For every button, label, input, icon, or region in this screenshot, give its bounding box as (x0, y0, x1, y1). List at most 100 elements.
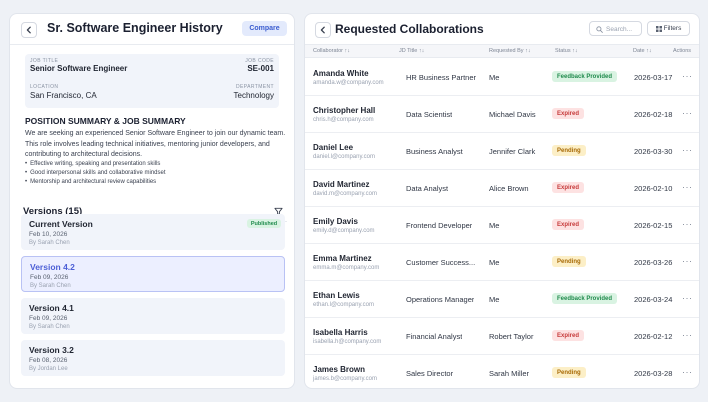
filter-grid-icon (655, 25, 662, 32)
jd-title[interactable]: Frontend Developer (406, 221, 472, 230)
table-row[interactable]: Christopher Hall chris.h@company.com Data … (305, 96, 699, 133)
version-item-4-2[interactable]: Version 4.2 Feb 09, 2026 By Sarah Chen (21, 256, 285, 292)
jd-title[interactable]: Operations Manager (406, 295, 474, 304)
request-date: 2026-03-28 (634, 369, 673, 378)
requested-by: Me (489, 258, 500, 267)
table-header: Collaborator ↑↓ JD Title ↑↓ Requested By… (305, 44, 699, 58)
collaborator-email: amanda.w@company.com (313, 80, 384, 86)
collaborator-email: isabella.h@company.com (313, 339, 382, 345)
more-actions-icon[interactable]: ··· (682, 219, 693, 229)
job-info-card: JOB TITLE Senior Software Engineer JOB C… (25, 54, 279, 108)
more-actions-icon[interactable]: ··· (682, 71, 693, 81)
version-name: Version 4.1 (29, 303, 74, 313)
collaborator-email: ethan.l@company.com (313, 302, 375, 308)
version-date: Feb 09, 2026 (29, 315, 68, 322)
table-row[interactable]: Ethan Lewis ethan.l@company.com Operations… (305, 281, 699, 318)
requested-by: Jennifer Clark (489, 147, 536, 156)
jd-title[interactable]: Data Analyst (406, 184, 448, 193)
version-date: Feb 10, 2026 (29, 231, 68, 238)
version-name: Current Version (29, 219, 93, 229)
version-author: By Sarah Chen (29, 240, 70, 246)
collaborator-email: daniel.l@company.com (313, 154, 376, 160)
department-value: Technology (233, 91, 274, 100)
more-actions-icon[interactable]: ··· (682, 182, 693, 192)
requested-by: Michael Davis (489, 110, 536, 119)
status-badge: Expired (552, 108, 585, 119)
collaborator-name: Emma Martinez (313, 254, 372, 263)
collaborator-name: Isabella Harris (313, 328, 368, 337)
version-author: By Jordan Lee (29, 366, 68, 372)
version-name: Version 4.2 (30, 262, 75, 272)
job-history-panel: Sr. Software Engineer History Compare JO… (9, 13, 295, 389)
collaborator-name: Amanda White (313, 69, 369, 78)
version-item-3-2[interactable]: Version 3.2 Feb 08, 2026 By Jordan Lee (21, 340, 285, 376)
request-date: 2026-02-10 (634, 184, 673, 193)
requested-by: Me (489, 295, 500, 304)
requested-by: Robert Taylor (489, 332, 534, 341)
jd-title[interactable]: Sales Director (406, 369, 453, 378)
column-requested-by[interactable]: Requested By ↑↓ (489, 48, 531, 54)
version-author: By Sarah Chen (30, 283, 71, 289)
header-divider (10, 44, 294, 45)
request-date: 2026-03-30 (634, 147, 673, 156)
chevron-left-icon (320, 26, 325, 34)
column-date[interactable]: Date ↑↓ (633, 48, 652, 54)
jd-title[interactable]: Data Scientist (406, 110, 452, 119)
search-input[interactable] (606, 23, 640, 35)
request-date: 2026-03-17 (634, 73, 673, 82)
jd-title[interactable]: Business Analyst (406, 147, 463, 156)
more-actions-icon[interactable]: ··· (682, 108, 693, 118)
more-actions-icon[interactable]: ··· (682, 330, 693, 340)
table-row[interactable]: James Brown james.b@company.com Sales Dire… (305, 355, 699, 388)
requested-by: Sarah Miller (489, 369, 530, 378)
jd-title[interactable]: Financial Analyst (406, 332, 462, 341)
search-icon (596, 26, 603, 33)
request-date: 2026-02-18 (634, 110, 673, 119)
page-title: Sr. Software Engineer History (47, 21, 223, 35)
jd-title[interactable]: Customer Success... (406, 258, 475, 267)
requested-by: Alice Brown (489, 184, 529, 193)
column-status[interactable]: Status ↑↓ (555, 48, 578, 54)
version-author: By Sarah Chen (29, 324, 70, 330)
collaborator-name: Ethan Lewis (313, 291, 360, 300)
filters-label: Filters (663, 25, 682, 32)
table-row[interactable]: Emma Martinez emma.m@company.com Customer … (305, 244, 699, 281)
status-badge: Pending (552, 367, 586, 378)
status-badge: Pending (552, 256, 586, 267)
table-row[interactable]: David Martinez david.m@company.com Data An… (305, 170, 699, 207)
collaborator-email: james.b@company.com (313, 376, 378, 382)
collaborator-name: David Martinez (313, 180, 370, 189)
version-item-current[interactable]: Current Version Published Feb 10, 2026 B… (21, 214, 285, 250)
collaborations-panel: Requested Collaborations Filters Collabo… (304, 13, 700, 389)
job-code-value: SE-001 (247, 64, 274, 73)
request-date: 2026-02-15 (634, 221, 673, 230)
back-button[interactable] (315, 22, 331, 38)
collaborator-email: david.m@company.com (313, 191, 378, 197)
table-row[interactable]: Amanda White amanda.w@company.com HR Busin… (305, 59, 699, 96)
job-title-value: Senior Software Engineer (30, 64, 128, 73)
summary-bullet: Mentorship and architectural review capa… (25, 179, 156, 185)
collaborator-name: Emily Davis (313, 217, 358, 226)
table-row[interactable]: Emily Davis emily.d@company.com Frontend D… (305, 207, 699, 244)
department-label: DEPARTMENT (236, 84, 274, 90)
version-date: Feb 08, 2026 (29, 357, 68, 364)
more-actions-icon[interactable]: ··· (682, 145, 693, 155)
more-actions-icon[interactable]: ··· (682, 367, 693, 377)
request-date: 2026-02-12 (634, 332, 673, 341)
status-badge: Pending (552, 145, 586, 156)
more-actions-icon[interactable]: ··· (682, 256, 693, 266)
table-row[interactable]: Daniel Lee daniel.l@company.com Business A… (305, 133, 699, 170)
jd-title[interactable]: HR Business Partner (406, 73, 476, 82)
column-collaborator[interactable]: Collaborator ↑↓ (313, 48, 350, 54)
version-date: Feb 09, 2026 (30, 274, 69, 281)
column-actions: Actions (673, 48, 692, 54)
more-actions-icon[interactable]: ··· (682, 293, 693, 303)
version-item-4-1[interactable]: Version 4.1 Feb 09, 2026 By Sarah Chen (21, 298, 285, 334)
filters-button[interactable]: Filters (647, 21, 690, 36)
compare-button[interactable]: Compare (242, 21, 287, 36)
column-jd-title[interactable]: JD Title ↑↓ (399, 48, 424, 54)
table-row[interactable]: Isabella Harris isabella.h@company.com Fin… (305, 318, 699, 355)
location-value: San Francisco, CA (30, 91, 97, 100)
chevron-left-icon (26, 26, 31, 34)
back-button[interactable] (21, 22, 37, 38)
